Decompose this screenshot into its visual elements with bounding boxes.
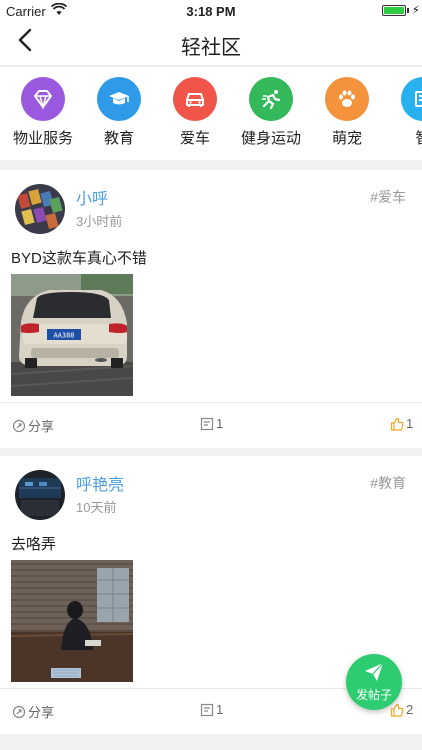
post-content: 去咯弄 [11, 536, 57, 553]
post-photo[interactable] [11, 560, 133, 682]
thumbs-up-icon [390, 703, 404, 717]
share-button[interactable]: 分享 [12, 416, 54, 435]
post-actions: 分享 1 1 [0, 402, 422, 447]
share-label: 分享 [28, 419, 55, 434]
like-count: 1 [406, 416, 414, 431]
share-button[interactable]: 分享 [12, 702, 54, 721]
paw-icon [325, 77, 369, 121]
post-username[interactable]: 呼艳亮 [76, 471, 124, 495]
diamond-icon [21, 77, 65, 121]
car-icon [173, 77, 217, 121]
category-smart[interactable]: 智 [385, 77, 422, 148]
category-car[interactable]: 爱车 [157, 77, 233, 148]
post-username[interactable]: 小呼 [76, 185, 108, 209]
category-education[interactable]: 教育 [81, 77, 157, 148]
category-label: 萌宠 [331, 130, 362, 147]
running-icon [249, 77, 293, 121]
charging-icon: ⚡ [411, 3, 420, 17]
category-label: 智 [385, 127, 422, 148]
new-post-label: 发帖子 [355, 688, 392, 702]
like-count: 2 [406, 702, 414, 717]
like-button[interactable]: 2 [390, 702, 413, 717]
share-icon [12, 705, 26, 718]
post-photo[interactable]: AA388 [11, 274, 133, 396]
smart-icon [401, 77, 422, 121]
battery-tip [407, 8, 409, 13]
post-card[interactable]: 小呼 3小时前 #爱车 BYD这款车真心不错 AA388 分享 1 1 [0, 170, 422, 448]
paper-plane-icon [365, 662, 384, 681]
avatar[interactable] [15, 184, 65, 234]
clock: 3:18 PM [186, 4, 236, 19]
category-row[interactable]: 物业服务 教育 爱车 健身运动 萌宠 智 [0, 67, 422, 160]
nav-bar: 轻社区 [0, 22, 422, 66]
license-plate-text: AA388 [53, 332, 74, 340]
share-icon [12, 419, 26, 432]
share-label: 分享 [28, 705, 55, 720]
post-tag[interactable]: #教育 [370, 473, 406, 493]
thumbs-up-icon [390, 417, 404, 431]
comment-button[interactable]: 1 [200, 416, 223, 431]
battery-icon [382, 5, 406, 16]
comment-icon [200, 417, 214, 430]
category-label: 教育 [103, 130, 134, 147]
new-post-button[interactable]: 发帖子 [346, 654, 402, 710]
post-time: 3小时前 [76, 214, 123, 229]
category-label: 健身运动 [240, 130, 301, 147]
post-content: BYD这款车真心不错 [11, 250, 147, 267]
category-property-service[interactable]: 物业服务 [5, 77, 81, 148]
comment-count: 1 [216, 702, 224, 717]
comment-count: 1 [216, 416, 224, 431]
post-tag[interactable]: #爱车 [370, 187, 406, 207]
post-time: 10天前 [76, 500, 117, 515]
category-label: 爱车 [179, 130, 210, 147]
page-title: 轻社区 [181, 37, 241, 59]
status-bar: Carrier 3:18 PM ⚡ [0, 0, 422, 22]
like-button[interactable]: 1 [390, 416, 413, 431]
avatar[interactable] [15, 470, 65, 520]
category-fitness[interactable]: 健身运动 [233, 77, 309, 148]
comment-icon [200, 703, 214, 716]
graduation-cap-icon [97, 77, 141, 121]
category-label: 物业服务 [12, 130, 73, 147]
category-pets[interactable]: 萌宠 [309, 77, 385, 148]
comment-button[interactable]: 1 [200, 702, 223, 717]
